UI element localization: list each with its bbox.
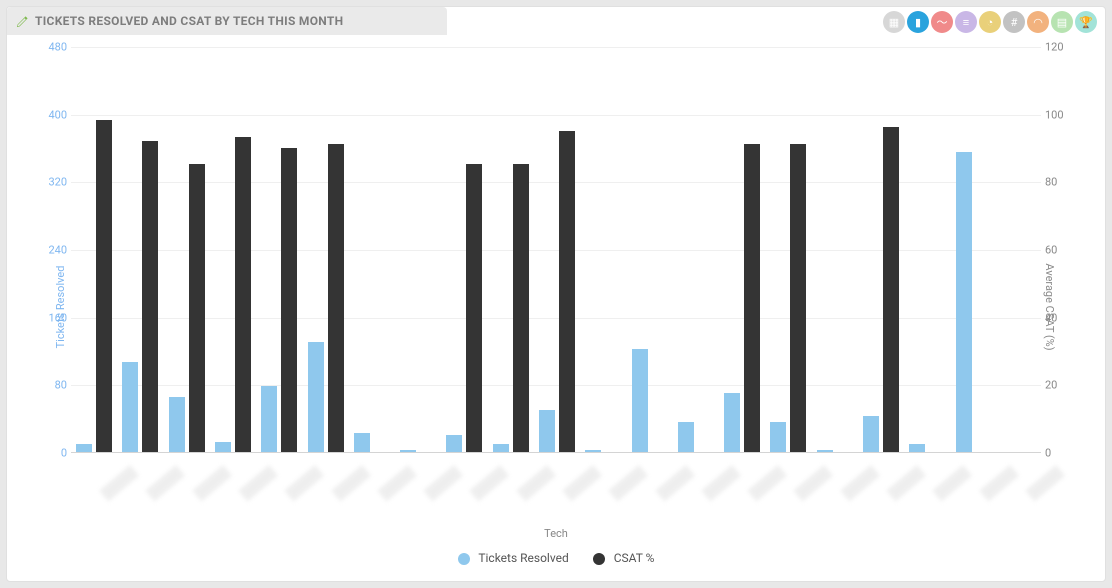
x-tick-label	[655, 465, 695, 501]
number-icon[interactable]: #	[1003, 11, 1025, 33]
y-tick-left: 0	[41, 447, 67, 460]
bar-csat[interactable]	[744, 144, 760, 452]
viz-type-toolbar: ▦▮〜≡◔#◠▤🏆	[883, 7, 1105, 33]
bar-tickets[interactable]	[76, 444, 92, 452]
bar-tickets[interactable]	[863, 416, 879, 452]
y-tick-right: 120	[1045, 41, 1073, 54]
legend-label-csat: CSAT %	[614, 551, 655, 565]
bar-csat[interactable]	[328, 144, 344, 452]
stacked-bar-icon[interactable]: ≡	[955, 11, 977, 33]
x-tick-label	[238, 465, 278, 501]
y-tick-right: 60	[1045, 244, 1073, 257]
bar-tickets[interactable]	[632, 349, 648, 452]
card-header-row: TICKETS RESOLVED AND CSAT BY TECH THIS M…	[7, 7, 1105, 35]
x-tick-label	[423, 465, 463, 501]
y-tick-left: 480	[41, 41, 67, 54]
x-tick-label	[979, 465, 1019, 501]
plot-region	[71, 47, 1041, 453]
x-tick-label	[609, 465, 649, 501]
bar-tickets[interactable]	[724, 393, 740, 452]
gauge-icon[interactable]: ◠	[1027, 11, 1049, 33]
legend-label-tickets: Tickets Resolved	[478, 551, 568, 565]
x-tick-label	[794, 465, 834, 501]
bar-tickets[interactable]	[354, 433, 370, 452]
x-tick-label	[146, 465, 186, 501]
x-axis-label: Tech	[11, 527, 1101, 540]
x-tick-label	[516, 465, 556, 501]
bar-csat[interactable]	[559, 131, 575, 452]
bar-tickets[interactable]	[956, 152, 972, 452]
y-axis-left-label: Tickets Resolved	[54, 266, 67, 349]
y-tick-left: 400	[41, 108, 67, 121]
list-icon[interactable]: ▤	[1051, 11, 1073, 33]
y-axis-right-label: Average CSAT (%)	[1043, 263, 1056, 350]
y-tick-left: 80	[41, 379, 67, 392]
bar-csat[interactable]	[96, 120, 112, 452]
legend-item-csat[interactable]: CSAT %	[593, 551, 655, 565]
x-tick-label	[840, 465, 880, 501]
bar-tickets[interactable]	[817, 450, 833, 452]
legend-item-tickets[interactable]: Tickets Resolved	[458, 551, 569, 565]
x-tick-label	[1025, 465, 1065, 501]
card-header: TICKETS RESOLVED AND CSAT BY TECH THIS M…	[7, 7, 447, 35]
chart-area: Tickets Resolved Average CSAT (%) Tech T…	[11, 37, 1101, 577]
bar-tickets[interactable]	[678, 422, 694, 452]
bar-tickets[interactable]	[261, 386, 277, 452]
chart-card: TICKETS RESOLVED AND CSAT BY TECH THIS M…	[6, 6, 1106, 582]
card-title: TICKETS RESOLVED AND CSAT BY TECH THIS M…	[35, 14, 343, 28]
x-tick-label	[99, 465, 139, 501]
gridline	[71, 115, 1041, 116]
bar-tickets[interactable]	[215, 442, 231, 452]
x-tick-label	[192, 465, 232, 501]
bar-tickets[interactable]	[539, 410, 555, 452]
x-tick-label	[377, 465, 417, 501]
bar-chart-icon[interactable]: ▮	[907, 11, 929, 33]
y-tick-right: 80	[1045, 176, 1073, 189]
x-tick-label	[285, 465, 325, 501]
bar-csat[interactable]	[142, 141, 158, 452]
gridline	[71, 47, 1041, 48]
bar-tickets[interactable]	[909, 444, 925, 452]
y-tick-right: 0	[1045, 447, 1073, 460]
y-tick-left: 240	[41, 244, 67, 257]
legend-swatch-tickets	[458, 553, 470, 565]
bar-tickets[interactable]	[169, 397, 185, 452]
edit-icon[interactable]	[15, 14, 29, 28]
bar-tickets[interactable]	[400, 450, 416, 452]
x-tick-label	[747, 465, 787, 501]
bar-csat[interactable]	[189, 164, 205, 452]
bar-csat[interactable]	[466, 164, 482, 452]
bar-csat[interactable]	[790, 144, 806, 452]
bar-csat[interactable]	[235, 137, 251, 452]
table-icon[interactable]: ▦	[883, 11, 905, 33]
x-tick-label	[331, 465, 371, 501]
bar-csat[interactable]	[883, 127, 899, 452]
x-tick-label	[886, 465, 926, 501]
legend-swatch-csat	[593, 553, 605, 565]
trophy-icon[interactable]: 🏆	[1075, 11, 1097, 33]
bar-tickets[interactable]	[122, 362, 138, 452]
bar-tickets[interactable]	[446, 435, 462, 452]
line-chart-icon[interactable]: 〜	[931, 11, 953, 33]
pie-chart-icon[interactable]: ◔	[979, 11, 1001, 33]
x-tick-label	[701, 465, 741, 501]
bar-tickets[interactable]	[585, 450, 601, 452]
x-tick-label	[562, 465, 602, 501]
bar-tickets[interactable]	[493, 444, 509, 452]
y-tick-left: 320	[41, 176, 67, 189]
x-tick-label	[470, 465, 510, 501]
y-tick-right: 100	[1045, 108, 1073, 121]
y-tick-right: 20	[1045, 379, 1073, 392]
x-axis-tick-labels	[71, 457, 1041, 517]
bar-csat[interactable]	[513, 164, 529, 452]
y-tick-right: 40	[1045, 311, 1073, 324]
x-tick-label	[933, 465, 973, 501]
bar-csat[interactable]	[281, 148, 297, 453]
chart-legend: Tickets Resolved CSAT %	[11, 551, 1101, 565]
y-tick-left: 160	[41, 311, 67, 324]
bar-tickets[interactable]	[308, 342, 324, 452]
bar-tickets[interactable]	[770, 422, 786, 452]
